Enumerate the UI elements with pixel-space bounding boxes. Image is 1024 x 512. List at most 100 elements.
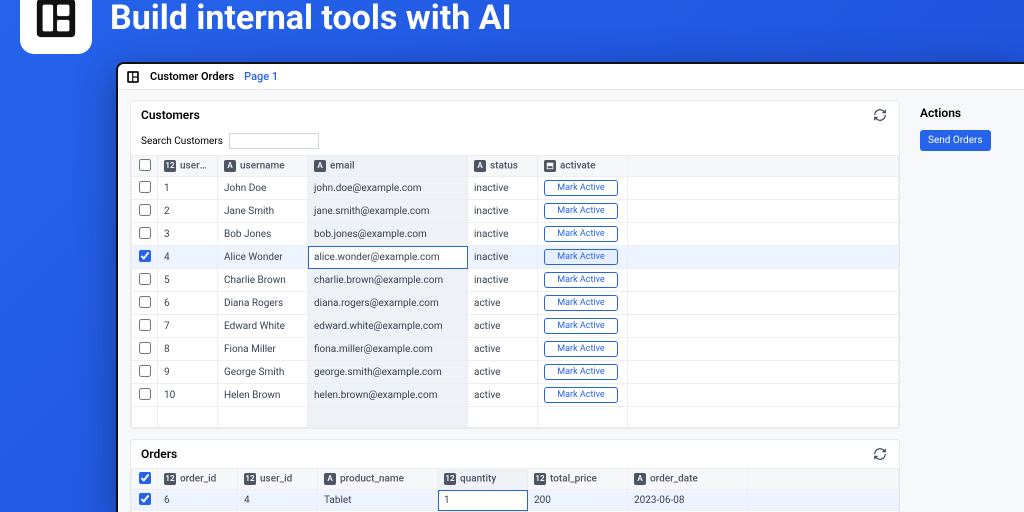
cell-email[interactable]: helen.brown@example.com bbox=[308, 384, 468, 407]
text-type-icon: A bbox=[324, 473, 336, 485]
mark-active-button[interactable]: Mark Active bbox=[544, 318, 618, 334]
cell-status: active bbox=[468, 338, 538, 361]
row-checkbox[interactable] bbox=[139, 493, 151, 505]
row-index: 8 bbox=[158, 338, 218, 361]
row-index: 2 bbox=[158, 200, 218, 223]
row-checkbox[interactable] bbox=[139, 181, 151, 193]
cell-email[interactable]: john.doe@example.com bbox=[308, 177, 468, 200]
row-index: 6 bbox=[158, 292, 218, 315]
cell-username: Fiona Miller bbox=[218, 338, 308, 361]
cell-status: active bbox=[468, 361, 538, 384]
text-type-icon: A bbox=[634, 473, 646, 485]
number-type-icon: 12 bbox=[534, 473, 546, 485]
cell-username: John Doe bbox=[218, 177, 308, 200]
actions-heading: Actions bbox=[912, 100, 1012, 126]
cell-username: Charlie Brown bbox=[218, 269, 308, 292]
row-checkbox[interactable] bbox=[139, 273, 151, 285]
table-row[interactable]: 4Alice Wonderalice.wonder@example.comina… bbox=[132, 246, 899, 269]
cell-status: inactive bbox=[468, 246, 538, 269]
number-type-icon: 12 bbox=[444, 473, 456, 485]
row-checkbox[interactable] bbox=[139, 388, 151, 400]
table-row[interactable]: 3Bob Jonesbob.jones@example.cominactiveM… bbox=[132, 223, 899, 246]
row-index: 1 bbox=[158, 177, 218, 200]
app-screenshot: Customer Orders Page 1 Customers Search … bbox=[116, 62, 1024, 512]
actions-panel: Actions Send Orders bbox=[912, 100, 1012, 155]
row-index: 7 bbox=[158, 315, 218, 338]
cell-email[interactable]: edward.white@example.com bbox=[308, 315, 468, 338]
row-index: 3 bbox=[158, 223, 218, 246]
customers-panel: Customers Search Customers 12user_id Aus… bbox=[130, 100, 900, 429]
cell-username: Edward White bbox=[218, 315, 308, 338]
table-row[interactable]: 6Diana Rogersdiana.rogers@example.comact… bbox=[132, 292, 899, 315]
table-row[interactable]: 64Tablet12002023-06-08 bbox=[132, 490, 899, 511]
mark-active-button[interactable]: Mark Active bbox=[544, 272, 618, 288]
page-tab[interactable]: Page 1 bbox=[244, 70, 278, 83]
number-type-icon: 12 bbox=[164, 160, 176, 172]
cell-order-date: 2023-06-08 bbox=[628, 490, 748, 511]
cell-email[interactable]: fiona.miller@example.com bbox=[308, 338, 468, 361]
cell-user-id: 4 bbox=[238, 490, 318, 511]
hero-title: Build internal tools with AI bbox=[110, 0, 512, 38]
table-row[interactable]: 1John Doejohn.doe@example.cominactive Mar… bbox=[132, 177, 899, 200]
cell-quantity[interactable]: 1 bbox=[438, 490, 528, 511]
table-row[interactable]: 2Jane Smithjane.smith@example.cominactiv… bbox=[132, 200, 899, 223]
action-type-icon: ⬒ bbox=[544, 160, 556, 172]
cell-email[interactable]: charlie.brown@example.com bbox=[308, 269, 468, 292]
mark-active-button[interactable]: Mark Active bbox=[544, 203, 618, 219]
cell-total-price: 200 bbox=[528, 490, 628, 511]
cell-email[interactable]: alice.wonder@example.com bbox=[308, 246, 468, 269]
select-all-orders[interactable] bbox=[139, 472, 151, 484]
cell-order-id: 6 bbox=[158, 490, 238, 511]
select-all-customers[interactable] bbox=[139, 159, 151, 171]
cell-status: inactive bbox=[468, 200, 538, 223]
row-checkbox[interactable] bbox=[139, 227, 151, 239]
mark-active-button[interactable]: Mark Active bbox=[544, 226, 618, 242]
mark-active-button[interactable]: Mark Active bbox=[544, 180, 618, 196]
row-checkbox[interactable] bbox=[139, 296, 151, 308]
table-row[interactable]: 9George Smithgeorge.smith@example.comact… bbox=[132, 361, 899, 384]
table-row[interactable]: 5Charlie Browncharlie.brown@example.comi… bbox=[132, 269, 899, 292]
row-index: 9 bbox=[158, 361, 218, 384]
row-index: 5 bbox=[158, 269, 218, 292]
row-checkbox[interactable] bbox=[139, 204, 151, 216]
customers-table: 12user_id Ausername Aemail Astatus ⬒acti… bbox=[131, 155, 899, 428]
cell-email[interactable]: diana.rogers@example.com bbox=[308, 292, 468, 315]
cell-username: Helen Brown bbox=[218, 384, 308, 407]
row-index: 4 bbox=[158, 246, 218, 269]
customers-heading: Customers bbox=[141, 108, 200, 122]
mark-active-button[interactable]: Mark Active bbox=[544, 387, 618, 403]
orders-panel: Orders 12order_id 12user_id Aproduct_nam… bbox=[130, 439, 900, 512]
table-row[interactable]: 10Helen Brownhelen.brown@example.comacti… bbox=[132, 384, 899, 407]
table-row[interactable]: 8Fiona Millerfiona.miller@example.comact… bbox=[132, 338, 899, 361]
row-index: 10 bbox=[158, 384, 218, 407]
cell-status: active bbox=[468, 315, 538, 338]
cell-email[interactable]: bob.jones@example.com bbox=[308, 223, 468, 246]
refresh-icon[interactable] bbox=[873, 107, 889, 123]
cell-username: Jane Smith bbox=[218, 200, 308, 223]
text-type-icon: A bbox=[474, 160, 486, 172]
table-row[interactable]: 7Edward Whiteedward.white@example.comact… bbox=[132, 315, 899, 338]
row-checkbox[interactable] bbox=[139, 319, 151, 331]
text-type-icon: A bbox=[224, 160, 236, 172]
app-logo bbox=[20, 0, 92, 54]
mark-active-button[interactable]: Mark Active bbox=[544, 295, 618, 311]
text-type-icon: A bbox=[314, 160, 326, 172]
cell-username: George Smith bbox=[218, 361, 308, 384]
mark-active-button[interactable]: Mark Active bbox=[544, 341, 618, 357]
row-checkbox[interactable] bbox=[139, 250, 151, 262]
cell-email[interactable]: jane.smith@example.com bbox=[308, 200, 468, 223]
send-orders-button[interactable]: Send Orders bbox=[920, 130, 991, 151]
mark-active-button[interactable]: Mark Active bbox=[544, 364, 618, 380]
cell-status: inactive bbox=[468, 177, 538, 200]
orders-heading: Orders bbox=[141, 447, 177, 461]
cell-username: Alice Wonder bbox=[218, 246, 308, 269]
cell-email[interactable]: george.smith@example.com bbox=[308, 361, 468, 384]
cell-status: active bbox=[468, 384, 538, 407]
search-customers-input[interactable] bbox=[229, 133, 319, 149]
row-checkbox[interactable] bbox=[139, 365, 151, 377]
refresh-icon[interactable] bbox=[873, 446, 889, 462]
mark-active-button[interactable]: Mark Active bbox=[544, 249, 618, 265]
app-icon bbox=[126, 70, 140, 84]
orders-table: 12order_id 12user_id Aproduct_name 12qua… bbox=[131, 468, 899, 512]
row-checkbox[interactable] bbox=[139, 342, 151, 354]
